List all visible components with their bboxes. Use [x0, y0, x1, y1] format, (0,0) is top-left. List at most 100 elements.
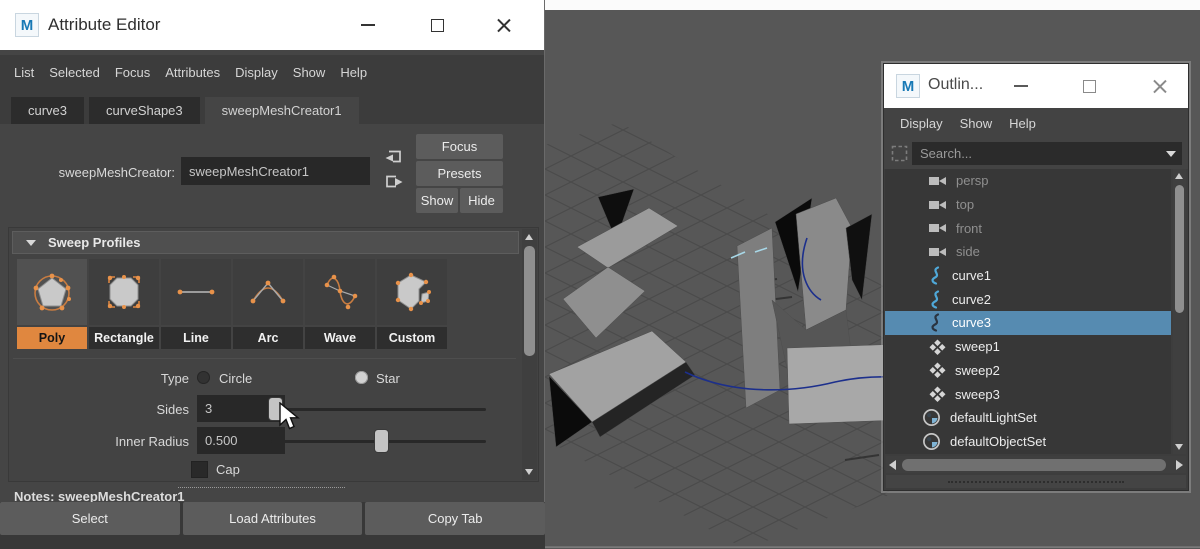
type-label: Type — [160, 371, 189, 386]
outliner-item-top[interactable]: top — [885, 193, 1171, 217]
scroll-down-icon[interactable] — [525, 469, 533, 475]
close-button[interactable] — [482, 10, 524, 40]
tab-curve3[interactable]: curve3 — [11, 97, 85, 124]
scroll-left-icon[interactable] — [889, 459, 896, 470]
cap-checkbox[interactable] — [191, 461, 208, 478]
outliner-resize-strip[interactable] — [886, 475, 1186, 488]
menu-help[interactable]: Help — [340, 65, 367, 80]
outliner-item-front[interactable]: front — [885, 216, 1171, 240]
load-attributes-button[interactable]: Load Attributes — [182, 502, 363, 535]
section-scrollbar[interactable] — [522, 229, 537, 480]
profile-rectangle[interactable]: Rectangle — [89, 259, 159, 349]
curve-icon — [931, 290, 940, 309]
tab-curveshape3[interactable]: curveShape3 — [89, 97, 200, 124]
scroll-right-icon[interactable] — [1176, 459, 1183, 470]
presets-button[interactable]: Presets — [416, 161, 503, 186]
outliner-titlebar[interactable]: M Outlin... — [884, 64, 1188, 108]
close-button[interactable] — [1142, 71, 1176, 101]
mesh-icon — [929, 386, 946, 403]
profile-poly[interactable]: Poly — [17, 259, 87, 349]
type-circle-radio[interactable] — [197, 371, 210, 384]
arc-profile-label: Arc — [233, 327, 303, 349]
outliner-item-defaultlightset[interactable]: defaultLightSet — [885, 406, 1171, 430]
filter-icon[interactable] — [889, 143, 910, 164]
profile-custom[interactable]: Custom — [377, 259, 447, 349]
node-tabstrip: curve3 curveShape3 sweepMeshCreator1 — [0, 89, 544, 124]
set-icon — [923, 432, 940, 450]
custom-profile-label: Custom — [377, 327, 447, 349]
outliner-item-side[interactable]: side — [885, 240, 1171, 264]
set-icon — [923, 409, 940, 427]
cap-label[interactable]: Cap — [216, 462, 240, 477]
node-name-field[interactable] — [181, 157, 370, 185]
section-scrollbar-thumb[interactable] — [524, 246, 535, 356]
menu-attributes[interactable]: Attributes — [165, 65, 220, 80]
outliner-vertical-scrollbar[interactable] — [1173, 169, 1186, 454]
profile-line[interactable]: Line — [161, 259, 231, 349]
outliner-list: persp top front side curve1 curve2 curve… — [885, 169, 1171, 454]
type-star-radio[interactable] — [355, 371, 368, 384]
node-name-label: sweepMeshCreator: — [58, 165, 175, 180]
sweep-profiles-section: Sweep Profiles Poly Rectangle Line Arc W… — [8, 227, 539, 482]
maya-logo-icon: M — [15, 13, 39, 37]
outliner-item-curve2[interactable]: curve2 — [885, 287, 1171, 311]
section-divider — [13, 358, 516, 359]
minimize-icon — [1014, 85, 1028, 87]
menu-selected[interactable]: Selected — [49, 65, 100, 80]
outliner-item-persp[interactable]: persp — [885, 169, 1171, 193]
menu-display[interactable]: Display — [235, 65, 278, 80]
outliner-item-sweep1[interactable]: sweep1 — [885, 335, 1171, 359]
rectangle-profile-icon — [89, 259, 159, 325]
scroll-up-icon[interactable] — [1175, 173, 1183, 179]
sides-slider-track[interactable] — [271, 408, 486, 411]
outliner-item-curve3[interactable]: curve3 — [885, 311, 1171, 335]
search-dropdown-icon[interactable] — [1166, 151, 1176, 157]
pin-in-icon[interactable] — [383, 147, 405, 166]
menu-show[interactable]: Show — [293, 65, 326, 80]
search-input[interactable] — [912, 142, 1182, 165]
hide-button[interactable]: Hide — [460, 188, 503, 213]
maximize-button[interactable] — [1072, 71, 1106, 101]
profile-arc[interactable]: Arc — [233, 259, 303, 349]
scrollbar-thumb[interactable] — [902, 458, 1166, 471]
focus-button[interactable]: Focus — [416, 134, 503, 159]
outliner-menubar: Display Show Help — [884, 108, 1188, 138]
tab-sweepmeshcreator1[interactable]: sweepMeshCreator1 — [204, 97, 359, 124]
profile-wave[interactable]: Wave — [305, 259, 375, 349]
minimize-button[interactable] — [1004, 71, 1038, 101]
close-icon — [1152, 79, 1167, 94]
line-profile-label: Line — [161, 327, 231, 349]
copy-tab-button[interactable]: Copy Tab — [365, 502, 546, 535]
menu-focus[interactable]: Focus — [115, 65, 150, 80]
notes-separator[interactable] — [178, 487, 345, 488]
minimize-button[interactable] — [347, 10, 389, 40]
outliner-item-defaultobjectset[interactable]: defaultObjectSet — [885, 430, 1171, 454]
menu-show[interactable]: Show — [960, 116, 993, 131]
select-button[interactable]: Select — [0, 502, 180, 535]
outliner-item-sweep3[interactable]: sweep3 — [885, 382, 1171, 406]
type-star-label[interactable]: Star — [376, 371, 400, 386]
menu-display[interactable]: Display — [900, 116, 943, 131]
scrollbar-thumb[interactable] — [1175, 185, 1184, 313]
type-circle-label[interactable]: Circle — [219, 371, 252, 386]
scroll-up-icon[interactable] — [525, 234, 533, 240]
mouse-cursor — [279, 402, 300, 430]
close-icon — [496, 18, 511, 33]
outliner-item-curve1[interactable]: curve1 — [885, 264, 1171, 288]
attribute-editor-footer: Select Load Attributes Copy Tab — [0, 502, 546, 549]
inner-radius-slider-handle[interactable] — [375, 430, 388, 452]
resize-handle-dots — [948, 481, 1124, 483]
maya-logo-icon: M — [896, 74, 920, 98]
pin-out-icon[interactable] — [383, 172, 405, 191]
attribute-editor-titlebar[interactable]: M Attribute Editor — [0, 0, 544, 50]
show-button[interactable]: Show — [416, 188, 458, 213]
wave-profile-icon — [305, 259, 375, 325]
menu-help[interactable]: Help — [1009, 116, 1036, 131]
outliner-horizontal-scrollbar[interactable] — [886, 456, 1186, 473]
menu-list[interactable]: List — [14, 65, 34, 80]
scroll-down-icon[interactable] — [1175, 444, 1183, 450]
section-title: Sweep Profiles — [48, 235, 141, 250]
maximize-button[interactable] — [416, 10, 458, 40]
outliner-item-sweep2[interactable]: sweep2 — [885, 359, 1171, 383]
sweep-profiles-header[interactable]: Sweep Profiles — [12, 231, 519, 254]
